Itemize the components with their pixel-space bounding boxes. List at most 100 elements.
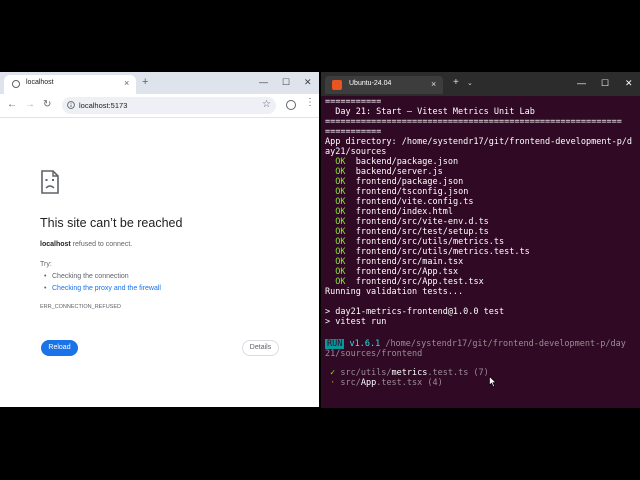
suggestion-check-connection: Checking the connection <box>44 273 129 280</box>
check-line: OK frontend/src/App.tsx <box>325 267 458 277</box>
check-line: OK frontend/tsconfig.json <box>325 187 468 197</box>
check-line: OK frontend/src/utils/metrics.ts <box>325 237 504 247</box>
check-line: OK frontend/index.html <box>325 207 453 217</box>
app-dir-line: App directory: /home/systendr17/git/fron… <box>325 137 633 147</box>
test-dir: src/utils/ <box>335 368 392 378</box>
browser-toolbar: ← → ↻ localhost:5173 ☆ ⋮ <box>0 94 319 118</box>
browser-menu-icon[interactable]: ⋮ <box>305 97 315 109</box>
error-host: localhost <box>40 241 71 248</box>
check-path: frontend/tsconfig.json <box>355 187 469 197</box>
check-line: OK frontend/src/utils/metrics.test.ts <box>325 247 530 257</box>
check-path: backend/package.json <box>355 157 459 167</box>
command-line: > day21-metrics-frontend@1.0.0 test <box>325 307 505 317</box>
running-line: Running validation tests... <box>325 287 464 297</box>
ubuntu-icon <box>332 80 342 90</box>
profile-icon[interactable] <box>286 100 296 110</box>
address-bar[interactable]: localhost:5173 ☆ <box>62 97 276 114</box>
close-tab-icon[interactable]: × <box>431 78 436 90</box>
check-path: frontend/src/App.tsx <box>355 267 459 277</box>
reload-icon[interactable]: ↻ <box>43 99 51 111</box>
check-path: frontend/src/utils/metrics.ts <box>355 237 505 247</box>
error-title: This site can’t be reached <box>40 216 183 230</box>
test-result-line: · src/App.test.tsx (4) <box>325 378 443 388</box>
check-path: frontend/src/App.test.tsx <box>355 277 484 287</box>
minimize-icon[interactable]: — <box>259 76 268 88</box>
maximize-icon[interactable]: ☐ <box>282 76 290 88</box>
ok-status: OK <box>335 187 346 197</box>
terminal-tab-title: Ubuntu-24.04 <box>349 80 392 87</box>
test-rest: .test.tsx (4) <box>376 378 443 388</box>
rule-line: ========================================… <box>325 117 622 127</box>
suggestion-check-proxy-link[interactable]: Checking the proxy and the firewall <box>44 285 161 292</box>
maximize-icon[interactable]: ☐ <box>601 77 609 89</box>
browser-tabstrip: localhost × + — ☐ ✕ <box>0 72 319 94</box>
back-icon[interactable]: ← <box>7 99 17 111</box>
test-rest: .test.ts (7) <box>427 368 489 378</box>
close-window-icon[interactable]: ✕ <box>625 77 633 89</box>
check-path: frontend/src/test/setup.ts <box>355 227 489 237</box>
ok-status: OK <box>335 237 346 247</box>
new-tab-icon[interactable]: + <box>142 76 148 88</box>
chevron-down-icon[interactable]: ⌄ <box>467 78 473 90</box>
terminal-output[interactable]: =========== Day 21: Start – Vitest Metri… <box>321 96 640 408</box>
heading-line: Day 21: Start – Vitest Metrics Unit Lab <box>325 107 535 117</box>
close-window-icon[interactable]: ✕ <box>304 76 312 88</box>
browser-tab-title: localhost <box>26 79 54 86</box>
check-line: OK frontend/src/main.tsx <box>325 257 463 267</box>
ok-status: OK <box>335 207 346 217</box>
details-button[interactable]: Details <box>242 340 279 356</box>
test-dir: src/ <box>335 378 361 388</box>
ok-status: OK <box>335 197 346 207</box>
error-code: ERR_CONNECTION_REFUSED <box>40 304 121 310</box>
check-line: OK frontend/src/App.test.tsx <box>325 277 484 287</box>
terminal-titlebar: Ubuntu-24.04 × + ⌄ — ☐ ✕ <box>321 72 640 96</box>
ok-status: OK <box>335 157 346 167</box>
minimize-icon[interactable]: — <box>577 77 586 89</box>
app-dir-line: ay21/sources <box>325 147 387 157</box>
test-file: App <box>360 378 377 388</box>
url-text: localhost:5173 <box>79 101 128 110</box>
ok-status: OK <box>335 267 346 277</box>
error-description: localhost refused to connect. <box>40 241 132 248</box>
ok-status: OK <box>335 217 346 227</box>
reload-button[interactable]: Reload <box>41 340 78 356</box>
ok-status: OK <box>335 257 346 267</box>
vitest-run-line: RUN v1.6.1 /home/systendr17/git/frontend… <box>325 339 626 349</box>
mouse-cursor-icon <box>489 376 497 388</box>
check-path: backend/server.js <box>355 167 443 177</box>
check-path: frontend/src/vite-env.d.ts <box>355 217 489 227</box>
check-path: frontend/src/utils/metrics.test.ts <box>355 247 530 257</box>
info-icon[interactable] <box>67 101 75 109</box>
rule-line: =========== <box>325 97 382 107</box>
error-description-suffix: refused to connect. <box>70 241 133 248</box>
browser-window: localhost × + — ☐ ✕ ← → ↻ localhost:5173… <box>0 72 319 407</box>
check-path: frontend/package.json <box>355 177 464 187</box>
forward-icon[interactable]: → <box>25 99 35 111</box>
check-path: frontend/index.html <box>355 207 453 217</box>
error-page: This site can’t be reached localhost ref… <box>0 118 319 407</box>
check-path: frontend/vite.config.ts <box>355 197 474 207</box>
bookmark-star-icon[interactable]: ☆ <box>262 99 271 111</box>
globe-icon <box>12 80 20 88</box>
run-badge: RUN <box>325 339 345 349</box>
browser-tab-localhost[interactable]: localhost × <box>4 75 136 94</box>
ok-status: OK <box>335 227 346 237</box>
check-line: OK backend/server.js <box>325 167 443 177</box>
close-tab-icon[interactable]: × <box>124 77 129 89</box>
new-tab-icon[interactable]: + <box>453 77 459 89</box>
test-file: metrics <box>391 368 428 378</box>
run-path: /home/systendr17/git/frontend-developmen… <box>380 339 626 349</box>
vitest-version: v1.6.1 <box>349 339 381 349</box>
sad-document-icon <box>41 170 59 194</box>
check-line: OK frontend/src/test/setup.ts <box>325 227 489 237</box>
ok-status: OK <box>335 167 346 177</box>
check-line: OK frontend/src/vite-env.d.ts <box>325 217 489 227</box>
check-path: frontend/src/main.tsx <box>355 257 464 267</box>
vitest-run-line: 21/sources/frontend <box>325 349 422 359</box>
check-line: OK backend/package.json <box>325 157 458 167</box>
ok-status: OK <box>335 177 346 187</box>
test-result-line: ✓ src/utils/metrics.test.ts (7) <box>325 368 489 378</box>
command-line: > vitest run <box>325 317 387 327</box>
try-label: Try: <box>40 261 52 268</box>
terminal-tab-ubuntu[interactable]: Ubuntu-24.04 × <box>325 76 443 94</box>
